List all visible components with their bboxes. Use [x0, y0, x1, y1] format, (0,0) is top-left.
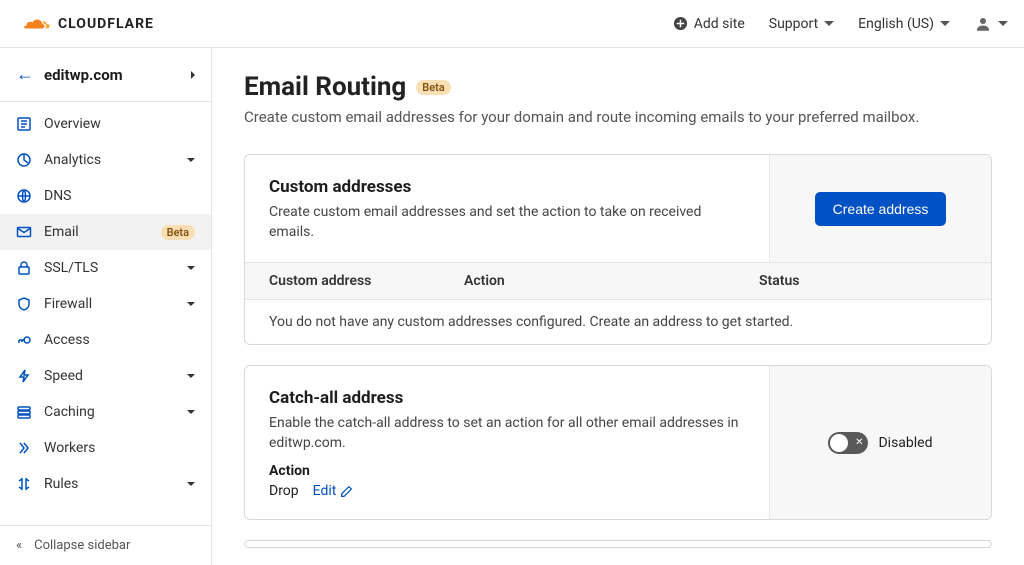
chevron-down-icon	[187, 158, 195, 162]
back-arrow-icon: ←	[16, 64, 34, 85]
email-icon	[16, 224, 32, 240]
language-dropdown[interactable]: English (US)	[858, 16, 950, 32]
sidebar-item-firewall[interactable]: Firewall	[0, 286, 211, 322]
add-site-label: Add site	[694, 16, 745, 32]
chevron-down-icon	[940, 21, 950, 26]
catchall-toggle[interactable]: ✕	[828, 432, 868, 454]
chevron-down-icon	[187, 266, 195, 270]
caching-icon	[16, 404, 32, 420]
sidebar-item-analytics[interactable]: Analytics	[0, 142, 211, 178]
custom-addresses-card: Custom addresses Create custom email add…	[244, 154, 992, 345]
card-title: Custom addresses	[269, 177, 745, 197]
table-empty-message: You do not have any custom addresses con…	[245, 300, 991, 344]
add-site-button[interactable]: Add site	[673, 16, 745, 32]
sidebar: ← editwp.com Overview Analytics DNS Emai…	[0, 48, 212, 565]
chevron-right-icon	[191, 71, 195, 79]
workers-icon	[16, 440, 32, 456]
chevron-down-icon	[187, 302, 195, 306]
sidebar-item-workers[interactable]: Workers	[0, 430, 211, 466]
sidebar-item-ssl[interactable]: SSL/TLS	[0, 250, 211, 286]
support-label: Support	[769, 16, 818, 32]
account-dropdown[interactable]	[974, 15, 1008, 33]
collapse-label: Collapse sidebar	[34, 538, 130, 553]
dns-icon	[16, 188, 32, 204]
sidebar-item-label: Email	[44, 224, 149, 240]
th-status: Status	[759, 273, 967, 289]
collapse-icon: «	[16, 538, 22, 553]
sidebar-item-label: DNS	[44, 188, 195, 204]
catchall-card: Catch-all address Enable the catch-all a…	[244, 365, 992, 520]
sidebar-item-overview[interactable]: Overview	[0, 106, 211, 142]
beta-badge: Beta	[416, 80, 450, 95]
domain-name: editwp.com	[44, 66, 181, 84]
sidebar-item-caching[interactable]: Caching	[0, 394, 211, 430]
main-content: Email Routing Beta Create custom email a…	[212, 48, 1024, 565]
bolt-icon	[16, 368, 32, 384]
topbar: CLOUDFLARE Add site Support English (US)	[0, 0, 1024, 48]
card-title: Catch-all address	[269, 388, 745, 408]
access-icon	[16, 332, 32, 348]
next-card-peek	[244, 540, 992, 548]
edit-action-link[interactable]: Edit	[313, 483, 354, 499]
plus-circle-icon	[673, 16, 688, 31]
toggle-knob	[830, 434, 848, 452]
analytics-icon	[16, 152, 32, 168]
overview-icon	[16, 116, 32, 132]
create-address-button[interactable]: Create address	[815, 192, 947, 226]
pencil-icon	[340, 485, 353, 498]
toggle-status-label: Disabled	[878, 435, 932, 451]
table-header-row: Custom address Action Status	[245, 262, 991, 300]
card-desc: Create custom email addresses and set th…	[269, 203, 745, 242]
sidebar-item-speed[interactable]: Speed	[0, 358, 211, 394]
brand-text: CLOUDFLARE	[58, 16, 154, 32]
domain-selector[interactable]: ← editwp.com	[0, 48, 211, 102]
sidebar-item-access[interactable]: Access	[0, 322, 211, 358]
edit-label: Edit	[313, 483, 337, 499]
lock-icon	[16, 260, 32, 276]
chevron-down-icon	[998, 21, 1008, 26]
sidebar-item-dns[interactable]: DNS	[0, 178, 211, 214]
page-title: Email Routing	[244, 72, 406, 102]
sidebar-item-label: Caching	[44, 404, 175, 420]
chevron-down-icon	[187, 482, 195, 486]
chevron-down-icon	[187, 410, 195, 414]
card-desc: Enable the catch-all address to set an a…	[269, 414, 745, 453]
rules-icon	[16, 476, 32, 492]
sidebar-nav: Overview Analytics DNS Email Beta SSL/TL…	[0, 102, 211, 525]
page-subtitle: Create custom email addresses for your d…	[244, 108, 992, 126]
chevron-down-icon	[824, 21, 834, 26]
sidebar-item-rules[interactable]: Rules	[0, 466, 211, 502]
collapse-sidebar-button[interactable]: « Collapse sidebar	[0, 525, 211, 565]
sidebar-item-label: Speed	[44, 368, 175, 384]
sidebar-item-label: Rules	[44, 476, 175, 492]
user-icon	[974, 15, 992, 33]
shield-icon	[16, 296, 32, 312]
sidebar-item-label: SSL/TLS	[44, 260, 175, 276]
sidebar-item-label: Access	[44, 332, 195, 348]
sidebar-item-label: Firewall	[44, 296, 175, 312]
support-dropdown[interactable]: Support	[769, 16, 834, 32]
beta-badge: Beta	[161, 225, 195, 240]
action-value: Drop	[269, 483, 299, 499]
close-icon: ✕	[855, 438, 863, 448]
language-label: English (US)	[858, 16, 934, 32]
action-label: Action	[269, 463, 745, 479]
sidebar-item-label: Overview	[44, 116, 195, 132]
sidebar-item-email[interactable]: Email Beta	[0, 214, 211, 250]
cloudflare-icon	[16, 14, 52, 34]
chevron-down-icon	[187, 374, 195, 378]
sidebar-item-label: Workers	[44, 440, 195, 456]
sidebar-item-label: Analytics	[44, 152, 175, 168]
th-action: Action	[464, 273, 759, 289]
th-custom-address: Custom address	[269, 273, 464, 289]
brand-logo[interactable]: CLOUDFLARE	[16, 14, 154, 34]
